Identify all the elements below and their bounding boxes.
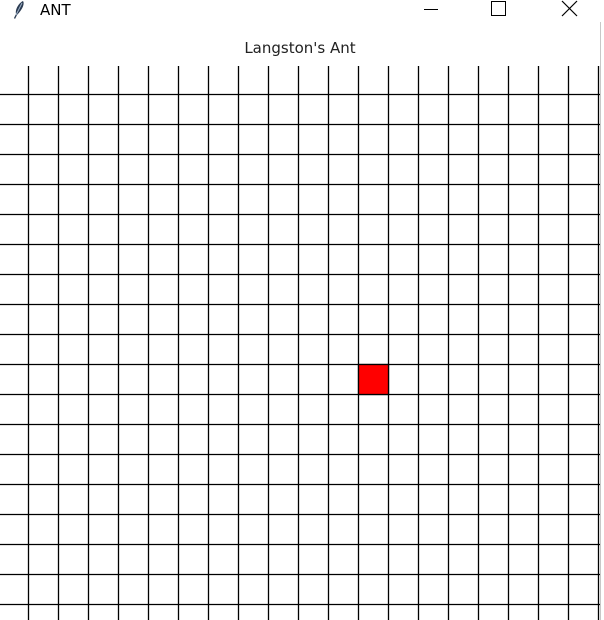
window-border — [600, 22, 601, 620]
ant-cell — [357, 363, 390, 396]
game-board — [0, 66, 600, 620]
app-window: ANT Langston's Ant — [0, 0, 604, 620]
